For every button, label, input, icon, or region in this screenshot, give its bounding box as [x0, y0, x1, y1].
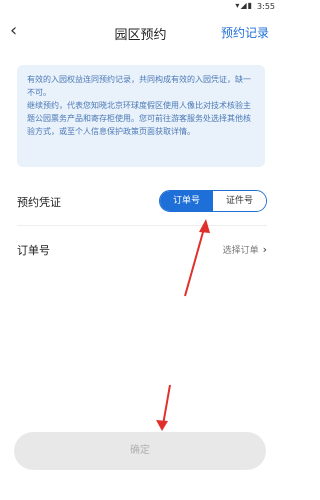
- notice-line-2: 继续预约，代表您知晓北京环球度假区使用人像比对技术核验主题公园票务产品和寄存柜使…: [27, 101, 251, 136]
- voucher-label: 预约凭证: [17, 196, 61, 209]
- select-order-button[interactable]: 选择订单 ›: [223, 243, 267, 256]
- arrow-down-icon: [156, 384, 171, 431]
- select-order-label: 选择订单: [222, 246, 259, 256]
- order-row[interactable]: 订单号 选择订单 ›: [17, 240, 267, 260]
- notice-line-1: 有效的入园权益连同预约记录，共同构成有效的入园凭证，缺一不可。: [27, 75, 251, 97]
- voucher-option-id-number[interactable]: 证件号: [213, 191, 266, 211]
- voucher-type-toggle: 订单号 证件号: [159, 190, 267, 212]
- reservation-records-link[interactable]: 预约记录: [221, 24, 269, 41]
- status-time: 3:55: [257, 2, 275, 11]
- voucher-row: 预约凭证 订单号 证件号: [17, 190, 267, 212]
- order-label: 订单号: [17, 244, 50, 257]
- status-icons: ▾◢▮: [235, 1, 253, 10]
- voucher-option-order-number[interactable]: 订单号: [160, 191, 213, 211]
- notice-box: 有效的入园权益连同预约记录，共同构成有效的入园凭证，缺一不可。 继续预约，代表您…: [17, 65, 265, 167]
- header: ‹ 园区预约 预约记录: [0, 14, 281, 50]
- status-bar: ▾◢▮ 3:55: [0, 0, 281, 14]
- divider: [17, 225, 267, 226]
- confirm-button[interactable]: 确定: [14, 432, 266, 470]
- chevron-right-icon: ›: [262, 243, 267, 256]
